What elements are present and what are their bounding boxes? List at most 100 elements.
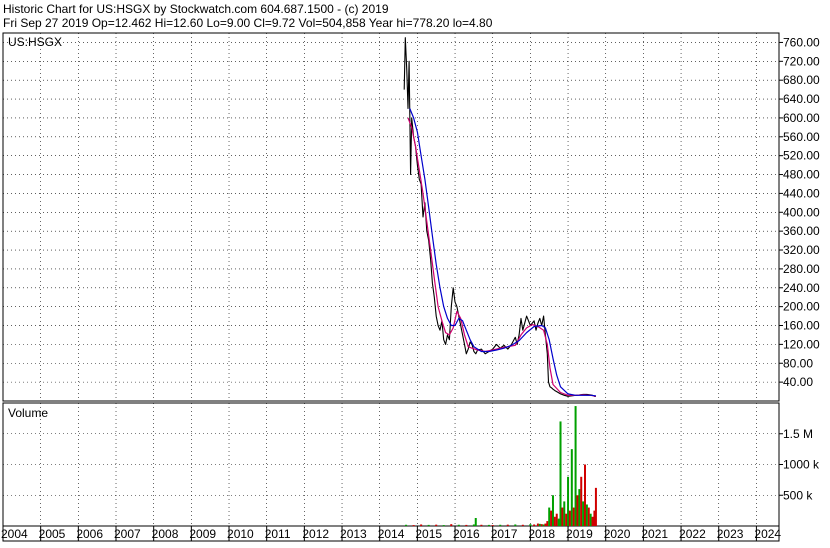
x-tick-label: 2019 — [566, 527, 593, 541]
volume-panel-title: Volume — [8, 406, 48, 420]
price-tick-label: 680.00 — [783, 73, 820, 87]
price-tick-label: 720.00 — [783, 54, 820, 68]
x-tick-label: 2017 — [491, 527, 518, 541]
price-tick-label: 280.00 — [783, 262, 820, 276]
volume-bar — [542, 524, 545, 526]
volume-bar — [450, 524, 453, 526]
volume-bar — [546, 521, 549, 526]
volume-tick-label: 500 k — [783, 488, 813, 502]
volume-bar — [568, 510, 571, 526]
price-tick-label: 640.00 — [783, 92, 820, 106]
volume-bar — [465, 524, 468, 526]
volume-bar — [561, 507, 564, 526]
volume-bar — [435, 524, 438, 526]
series-line-price — [403, 37, 596, 397]
volume-bar — [570, 449, 573, 526]
volume-bar — [580, 476, 583, 526]
volume-bar — [540, 524, 543, 526]
volume-bar — [555, 513, 558, 526]
header-line1: Historic Chart for US:HSGX by Stockwatch… — [3, 2, 389, 16]
volume-bar — [412, 525, 415, 527]
x-tick-label: 2024 — [754, 527, 781, 541]
volume-bar — [474, 518, 477, 526]
series-line-moving-average-long — [409, 108, 596, 397]
price-tick-label: 40.00 — [783, 375, 813, 389]
volume-bar — [578, 489, 581, 526]
volume-bar — [499, 524, 502, 526]
price-panel-title: US:HSGX — [8, 35, 62, 49]
volume-bar — [548, 507, 551, 526]
price-tick-label: 120.00 — [783, 337, 820, 351]
volume-tick-label: 1.5 M — [783, 427, 813, 441]
volume-bar — [591, 516, 594, 526]
price-tick-label: 160.00 — [783, 319, 820, 333]
volume-bar — [529, 524, 532, 526]
volume-bar — [572, 507, 575, 526]
x-tick-label: 2006 — [76, 527, 103, 541]
volume-bar — [557, 518, 560, 526]
x-tick-label: 2021 — [641, 527, 668, 541]
x-tick-label: 2008 — [152, 527, 179, 541]
x-tick-label: 2007 — [114, 527, 141, 541]
volume-bar — [544, 523, 547, 526]
x-tick-label: 2004 — [1, 527, 28, 541]
price-y-ticks: 40.00 80.00 120.00 160.00 200.00 240.00 280.00… — [779, 35, 820, 389]
volume-grid — [3, 403, 779, 526]
header-line2: Fri Sep 27 2019 Op=12.462 Hi=12.60 Lo=9.… — [3, 16, 493, 30]
volume-bar — [442, 525, 445, 527]
volume-bar — [559, 421, 562, 526]
price-tick-label: 760.00 — [783, 35, 820, 49]
volume-bar — [533, 524, 536, 526]
volume-bar — [584, 464, 586, 526]
x-tick-label: 2012 — [302, 527, 329, 541]
volume-bar — [536, 523, 539, 526]
x-tick-label: 2018 — [528, 527, 555, 541]
x-tick-label: 2015 — [415, 527, 442, 541]
x-tick-label: 2022 — [679, 527, 706, 541]
price-tick-label: 360.00 — [783, 224, 820, 238]
x-tick-label: 2020 — [604, 527, 631, 541]
volume-bar — [594, 487, 597, 526]
volume-bar — [550, 510, 553, 526]
volume-bar — [589, 513, 592, 526]
volume-bar — [427, 524, 430, 526]
volume-y-ticks: 500 k 1000 k 1.5 M — [779, 427, 820, 502]
volume-bar — [506, 524, 509, 526]
price-panel-frame — [2, 32, 780, 402]
price-tick-label: 600.00 — [783, 111, 820, 125]
volume-bar — [538, 523, 541, 526]
volume-bar — [567, 476, 570, 526]
volume-bar — [553, 516, 556, 526]
x-axis-ticks: 2004 2005 2006 2007 2008 2009 2010 2011 2012 2013… — [1, 526, 781, 541]
volume-bar — [574, 406, 577, 526]
chart-canvas: Historic Chart for US:HSGX by Stockwatch… — [0, 0, 830, 543]
volume-bar — [472, 524, 475, 526]
volume-bar — [514, 524, 517, 526]
price-tick-label: 440.00 — [783, 186, 820, 200]
x-tick-label: 2016 — [453, 527, 480, 541]
volume-bar — [457, 524, 460, 526]
series-line-moving-average-short — [407, 117, 597, 397]
x-tick-label: 2013 — [340, 527, 367, 541]
price-tick-label: 520.00 — [783, 149, 820, 163]
volume-bar — [487, 524, 490, 526]
volume-tick-label: 1000 k — [783, 458, 820, 472]
x-tick-label: 2014 — [378, 527, 405, 541]
x-tick-label: 2005 — [39, 527, 66, 541]
price-tick-label: 480.00 — [783, 168, 820, 182]
volume-bar — [565, 513, 568, 526]
price-tick-label: 200.00 — [783, 300, 820, 314]
volume-bar — [585, 504, 588, 526]
volume-bar — [480, 524, 483, 526]
x-tick-label: 2009 — [189, 527, 216, 541]
chart-svg: Historic Chart for US:HSGX by Stockwatch… — [1, 2, 820, 542]
x-tick-label: 2023 — [717, 527, 744, 541]
x-tick-label: 2011 — [265, 527, 291, 541]
volume-bar — [563, 501, 566, 526]
price-tick-label: 400.00 — [783, 205, 820, 219]
volume-bar — [576, 495, 579, 526]
volume-bars — [405, 406, 597, 527]
volume-bar — [587, 507, 590, 526]
volume-bar — [491, 525, 494, 527]
price-tick-label: 320.00 — [783, 243, 820, 257]
